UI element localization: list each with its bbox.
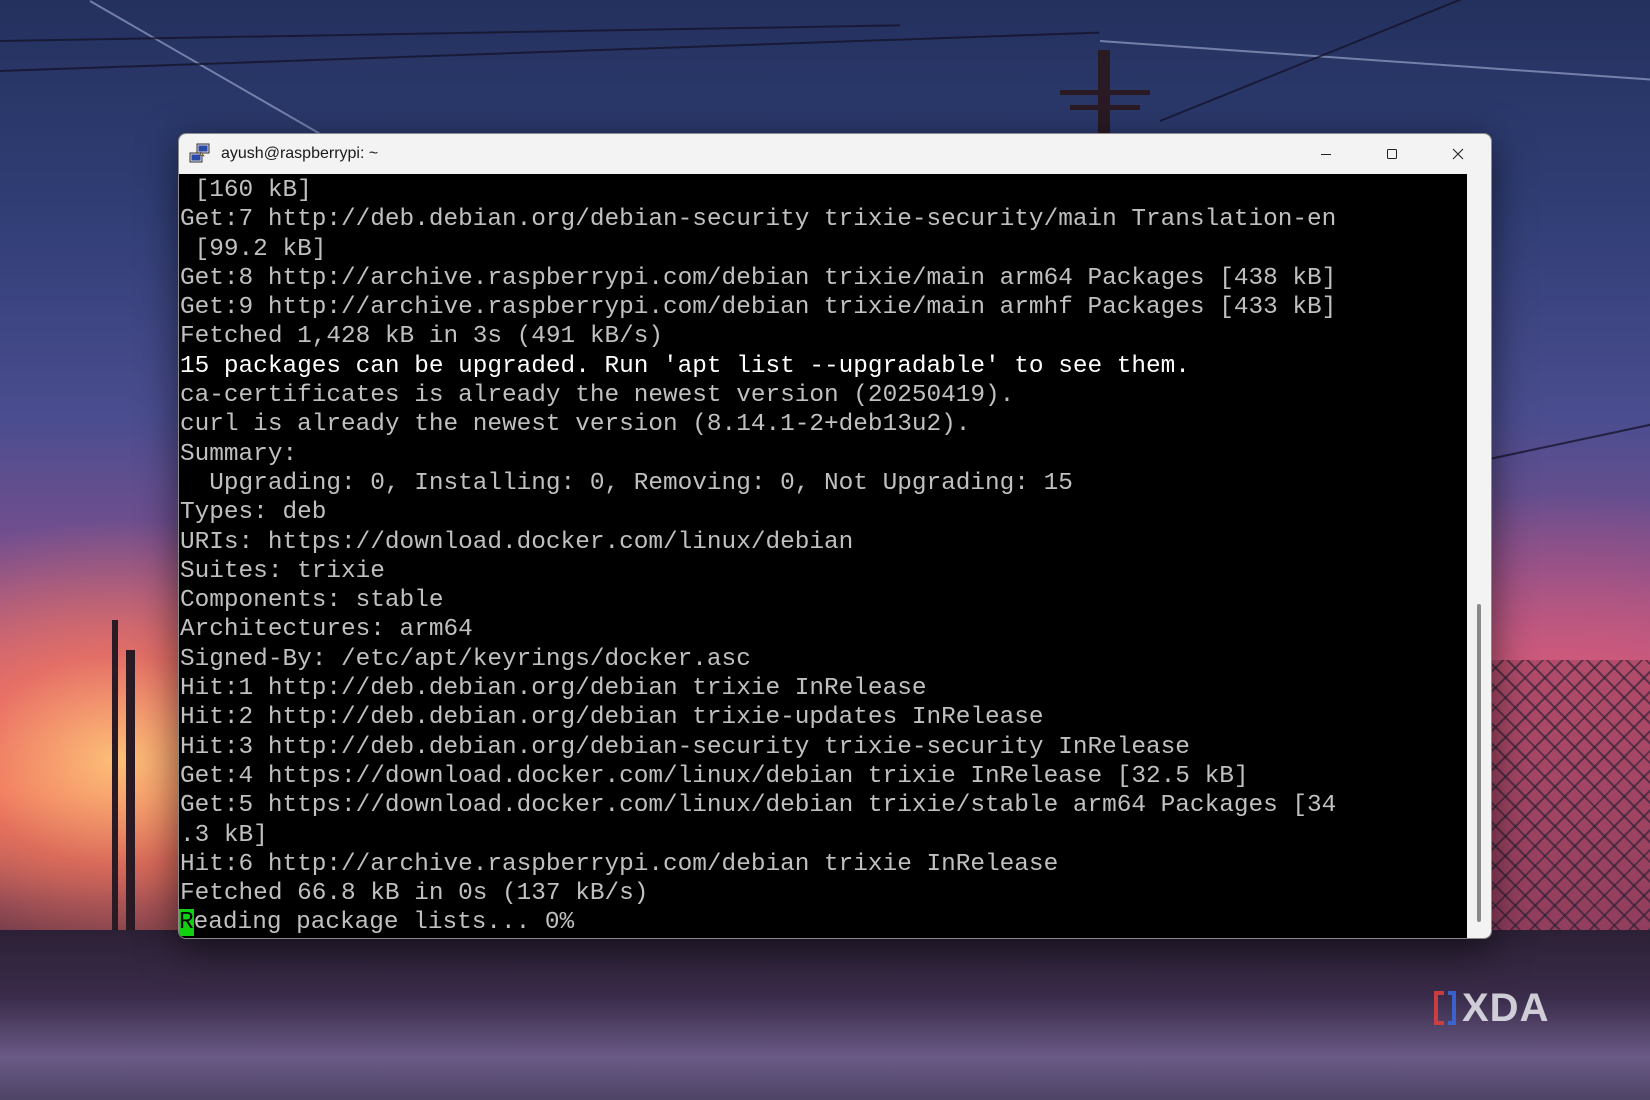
terminal-line: Fetched 66.8 kB in 0s (137 kB/s) xyxy=(180,880,649,908)
terminal-line: Hit:2 http://deb.debian.org/debian trixi… xyxy=(180,704,1044,732)
terminal-line: URIs: https://download.docker.com/linux/… xyxy=(180,528,854,556)
maximize-button[interactable] xyxy=(1359,134,1425,174)
terminal-line: Fetched 1,428 kB in 3s (491 kB/s) xyxy=(180,323,664,351)
close-icon xyxy=(1452,148,1464,160)
xda-logo-bracket-icon xyxy=(1434,991,1456,1025)
terminal-line: Summary: xyxy=(180,440,298,468)
terminal-line: Suites: trixie xyxy=(180,557,385,585)
terminal-line: Signed-By: /etc/apt/keyrings/docker.asc xyxy=(180,645,751,673)
terminal-lines: [160 kB] Get:7 http://deb.debian.org/debi… xyxy=(179,174,1467,908)
minimize-icon xyxy=(1321,154,1331,155)
text-cursor: R xyxy=(179,909,194,937)
utility-pole xyxy=(1060,90,1150,95)
scrollbar-thumb[interactable] xyxy=(1477,604,1481,922)
utility-pole xyxy=(1070,105,1140,110)
terminal-line: Architectures: arm64 xyxy=(180,616,473,644)
terminal-line: Get:9 http://archive.raspberrypi.com/deb… xyxy=(180,294,1337,322)
putty-icon xyxy=(189,143,210,163)
terminal-current-line: Reading package lists... 0% xyxy=(179,908,1467,937)
window-controls xyxy=(1293,134,1491,174)
watermark-text: XDA xyxy=(1462,985,1550,1030)
utility-pole xyxy=(1098,50,1110,140)
window-title: ayush@raspberrypi: ~ xyxy=(221,145,379,162)
terminal-line: Hit:3 http://deb.debian.org/debian-secur… xyxy=(180,733,1190,761)
terminal-line: .3 kB] xyxy=(180,821,268,849)
terminal-line: [99.2 kB] xyxy=(180,235,327,263)
terminal-line: Get:8 http://archive.raspberrypi.com/deb… xyxy=(180,264,1337,292)
terminal-line: Get:5 https://download.docker.com/linux/… xyxy=(180,792,1337,820)
ground xyxy=(0,930,1650,1100)
terminal-line: Hit:1 http://deb.debian.org/debian trixi… xyxy=(180,675,927,703)
title-bar[interactable]: ayush@raspberrypi: ~ xyxy=(179,134,1491,174)
terminal-line: Get:7 http://deb.debian.org/debian-secur… xyxy=(180,206,1337,234)
power-line xyxy=(1479,418,1650,462)
sky-contrail xyxy=(1099,40,1650,82)
terminal-line: ca-certificates is already the newest ve… xyxy=(180,382,1015,410)
terminal-line: Components: stable xyxy=(180,587,444,615)
terminal-line: 15 packages can be upgraded. Run 'apt li… xyxy=(180,352,1190,380)
maximize-icon xyxy=(1387,149,1397,159)
terminal-window[interactable]: ayush@raspberrypi: ~ [160 kB] Get:7 http… xyxy=(178,133,1492,939)
terminal-line: Upgrading: 0, Installing: 0, Removing: 0… xyxy=(180,469,1073,497)
terminal-line: curl is already the newest version (8.14… xyxy=(180,411,971,439)
terminal-line: Types: deb xyxy=(180,499,327,527)
terminal-line: [160 kB] xyxy=(180,177,312,204)
close-button[interactable] xyxy=(1425,134,1491,174)
terminal-output[interactable]: [160 kB] Get:7 http://deb.debian.org/debi… xyxy=(179,174,1467,938)
terminal-line: Get:4 https://download.docker.com/linux/… xyxy=(180,762,1249,790)
terminal-scrollbar[interactable] xyxy=(1467,174,1491,938)
minimize-button[interactable] xyxy=(1293,134,1359,174)
current-line-text: eading package lists... 0% xyxy=(193,909,575,937)
xda-watermark: XDA xyxy=(1432,986,1549,1030)
terminal-line: Hit:6 http://archive.raspberrypi.com/deb… xyxy=(180,850,1059,878)
